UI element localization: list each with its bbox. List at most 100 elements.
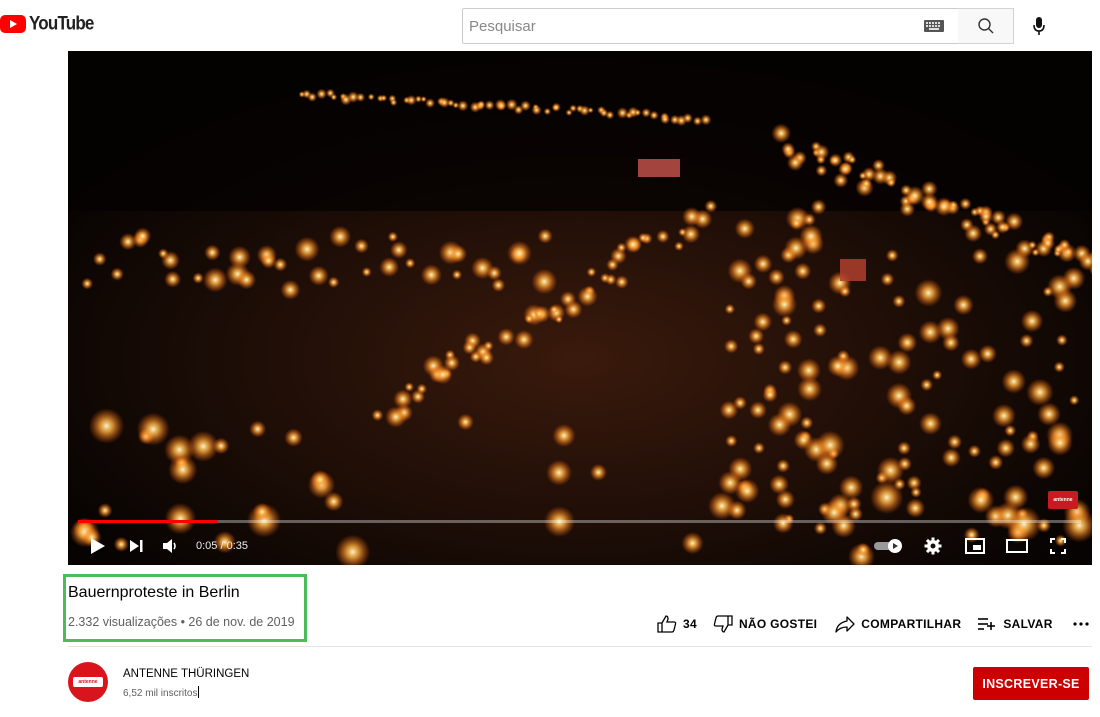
like-button[interactable]: 34: [657, 615, 697, 633]
divider: [68, 646, 1092, 647]
play-button[interactable]: [76, 537, 120, 555]
logo-text: YouTube: [29, 12, 94, 35]
vehicle-light: [1063, 247, 1073, 257]
autoplay-toggle[interactable]: [866, 538, 912, 554]
vehicle-light: [192, 272, 204, 284]
vehicle-light: [919, 412, 942, 436]
vehicle-light: [587, 107, 594, 114]
channel-name[interactable]: ANTENNE THÜRINGEN: [123, 668, 249, 680]
vehicle-light: [719, 400, 739, 420]
vehicle-light: [310, 470, 330, 490]
vehicle-light: [815, 164, 828, 177]
more-actions-button[interactable]: [1073, 621, 1095, 627]
vehicle-light: [768, 268, 785, 286]
vehicle-light: [425, 98, 436, 109]
vehicle-light: [996, 438, 1016, 458]
vehicle-light: [838, 475, 864, 500]
vehicle-light: [959, 197, 972, 210]
vehicle-light: [273, 257, 288, 272]
search-input[interactable]: [463, 17, 924, 35]
vehicle-light: [531, 268, 558, 295]
progress-bar[interactable]: [78, 520, 1081, 523]
vehicle-light: [236, 270, 257, 290]
settings-button[interactable]: [912, 537, 954, 555]
youtube-logo[interactable]: YouTube: [0, 12, 94, 35]
vehicle-light: [892, 294, 906, 308]
thumbs-down-icon: [713, 615, 733, 633]
fullscreen-button[interactable]: [1038, 538, 1078, 554]
channel-watermark[interactable]: antenne: [1048, 491, 1078, 509]
vehicle-light: [827, 355, 849, 377]
vehicle-light: [1020, 309, 1044, 333]
vehicle-light: [811, 298, 827, 314]
vehicle-light: [971, 248, 989, 265]
vehicle-light: [920, 378, 934, 392]
channel-avatar[interactable]: antenne: [68, 662, 108, 702]
vehicle-light: [168, 455, 198, 485]
vehicle-light: [860, 177, 872, 190]
vehicle-light: [813, 323, 827, 338]
progress-played: [78, 520, 219, 523]
vehicle-light: [202, 267, 228, 293]
dislike-button[interactable]: NÃO GOSTEI: [713, 615, 817, 633]
vehicle-light: [781, 315, 792, 326]
vehicle-light: [967, 444, 981, 458]
video-title: Bauernproteste in Berlin: [68, 584, 240, 601]
vehicle-light: [960, 348, 982, 370]
vehicle-light: [564, 300, 583, 319]
vehicle-light: [379, 257, 400, 277]
play-icon: [91, 538, 105, 554]
video-player[interactable]: antenne 0:05 / 0:35: [68, 51, 1092, 565]
vehicle-light: [416, 383, 428, 395]
video-frame: [68, 51, 1092, 565]
vehicle-light: [797, 376, 822, 402]
vehicle-light: [748, 328, 765, 345]
vehicle-light: [1026, 378, 1054, 406]
avatar-logo-text: antenne: [78, 679, 98, 685]
save-button[interactable]: SALVAR: [977, 617, 1052, 631]
vehicle-light: [942, 333, 960, 352]
vehicle-light: [876, 456, 905, 485]
vehicle-light: [784, 236, 808, 260]
vehicle-light: [371, 409, 384, 422]
vehicle-light: [136, 412, 170, 446]
vehicle-light: [786, 154, 804, 172]
share-button[interactable]: COMPARTILHAR: [835, 615, 961, 633]
vehicle-light: [1053, 289, 1078, 313]
vehicle-light: [307, 92, 317, 102]
vehicle-light: [614, 275, 629, 289]
autoplay-toggle-icon: [874, 539, 902, 553]
vehicle-light: [749, 401, 767, 419]
vehicle-light: [520, 100, 531, 112]
vehicle-light: [537, 228, 553, 244]
miniplayer-button[interactable]: [954, 538, 996, 554]
vehicle-light: [771, 291, 798, 318]
vehicle-light: [1032, 456, 1056, 480]
vehicle-light: [81, 277, 94, 290]
vehicle-light: [249, 420, 267, 438]
search-button[interactable]: [958, 8, 1014, 44]
vehicle-light: [753, 442, 765, 454]
vehicle-light: [838, 285, 851, 298]
vehicle-light: [448, 244, 468, 263]
theater-mode-button[interactable]: [996, 539, 1038, 553]
thumbs-up-icon: [657, 615, 677, 633]
next-button[interactable]: [120, 538, 152, 554]
volume-icon: [163, 539, 176, 553]
vehicle-light: [1040, 236, 1055, 251]
vehicle-light: [524, 313, 534, 324]
volume-button[interactable]: [152, 538, 190, 554]
vehicle-light: [918, 320, 942, 344]
vehicle-light: [783, 329, 803, 349]
subscribe-button[interactable]: INSCREVER-SE: [973, 667, 1089, 700]
vehicle-light: [897, 441, 911, 456]
vehicle-light: [549, 305, 559, 315]
vehicle-light: [740, 273, 757, 290]
voice-search-button[interactable]: [1024, 10, 1054, 42]
keyboard-icon[interactable]: [924, 20, 944, 32]
avatar-logo: antenne: [73, 677, 103, 687]
vehicle-light: [387, 231, 399, 242]
dislike-label: NÃO GOSTEI: [738, 617, 818, 631]
vehicle-light: [457, 413, 474, 431]
vehicle-light: [725, 434, 738, 448]
